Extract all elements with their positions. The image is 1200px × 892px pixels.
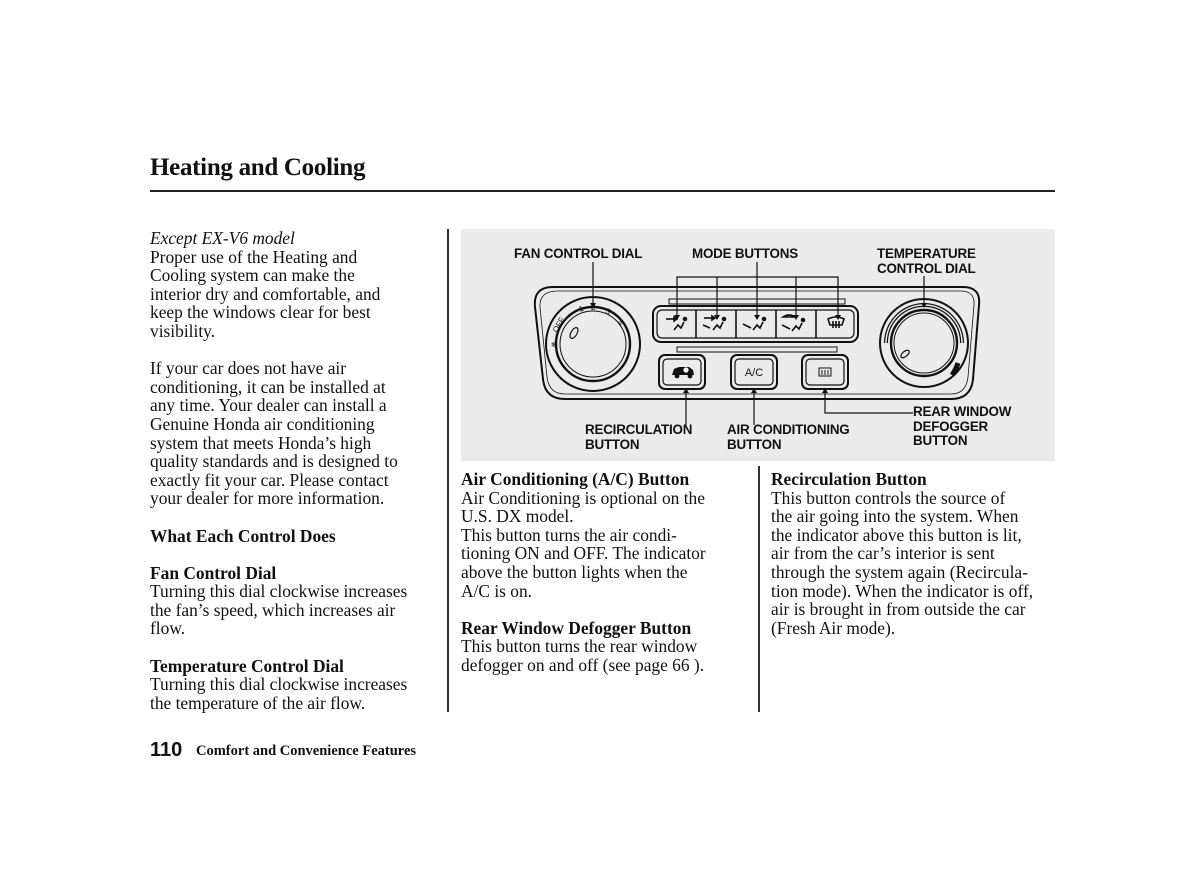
page-title: Heating and Cooling — [150, 154, 366, 181]
ac-button-heading: Air Conditioning (A/C) Button — [461, 469, 690, 489]
column-divider — [447, 229, 449, 712]
label-rear-window-defogger-button: REAR WINDOW DEFOGGER BUTTON — [913, 404, 1012, 448]
defogger-button-paragraph: This button turns the rear window defogg… — [461, 636, 705, 675]
label-mode-buttons: MODE BUTTONS — [692, 246, 798, 261]
label-temperature-control-dial: TEMPERATURE CONTROL DIAL — [877, 246, 976, 276]
fan-icon: ✻ — [551, 341, 557, 349]
rear-defogger-icon — [818, 367, 832, 377]
fan-dial-paragraph: Turning this dial clockwise increases th… — [150, 581, 408, 639]
left-column: Except EX-V6 model Proper use of the Hea… — [150, 229, 445, 712]
floor-defrost-mode-icon — [780, 314, 806, 332]
ac-install-paragraph: If your car does not have air conditioni… — [150, 358, 398, 509]
vent-mode-icon — [666, 315, 688, 331]
label-fan-control-dial: FAN CONTROL DIAL — [514, 246, 643, 261]
defogger-button-heading: Rear Window Defogger Button — [461, 617, 692, 638]
temperature-control-dial — [879, 298, 969, 388]
title-divider — [150, 190, 1055, 192]
temp-dial-heading: Temperature Control Dial — [150, 655, 344, 676]
floor-mode-icon — [742, 316, 767, 331]
column-divider — [758, 466, 760, 712]
temp-dial-paragraph: Turning this dial clockwise increases th… — [150, 674, 408, 713]
ac-button-paragraph: Air Conditioning is optional on the U.S.… — [461, 487, 706, 601]
fan-mark-2: 2 — [591, 303, 596, 312]
recirculation-button-paragraph: This button controls the source of the a… — [771, 487, 1034, 638]
fan-dial-heading: Fan Control Dial — [150, 562, 277, 583]
ac-button-text: A/C — [745, 367, 763, 379]
section-footer: Comfort and Convenience Features — [196, 743, 417, 759]
bi-level-mode-icon — [702, 314, 727, 331]
model-note: Except EX-V6 model — [150, 228, 295, 248]
right-column: Recirculation Button This button control… — [771, 470, 1066, 637]
section-heading-what-each-control: What Each Control Does — [150, 525, 336, 546]
recirculation-icon — [672, 367, 694, 379]
middle-column: Air Conditioning (A/C) Button Air Condit… — [461, 470, 756, 675]
label-recirculation-button: RECIRCULATION BUTTON — [585, 422, 693, 452]
recirculation-button-heading: Recirculation Button — [771, 469, 927, 489]
page-number: 110 — [150, 739, 183, 761]
defrost-mode-icon — [827, 316, 845, 328]
intro-paragraph: Proper use of the Heating and Cooling sy… — [150, 246, 381, 341]
label-air-conditioning-button: AIR CONDITIONING BUTTON — [727, 422, 850, 452]
climate-control-panel-figure: A/C OFF 1 2 3 4 ✻ FAN CONTROL DIAL MODE … — [461, 229, 1055, 461]
